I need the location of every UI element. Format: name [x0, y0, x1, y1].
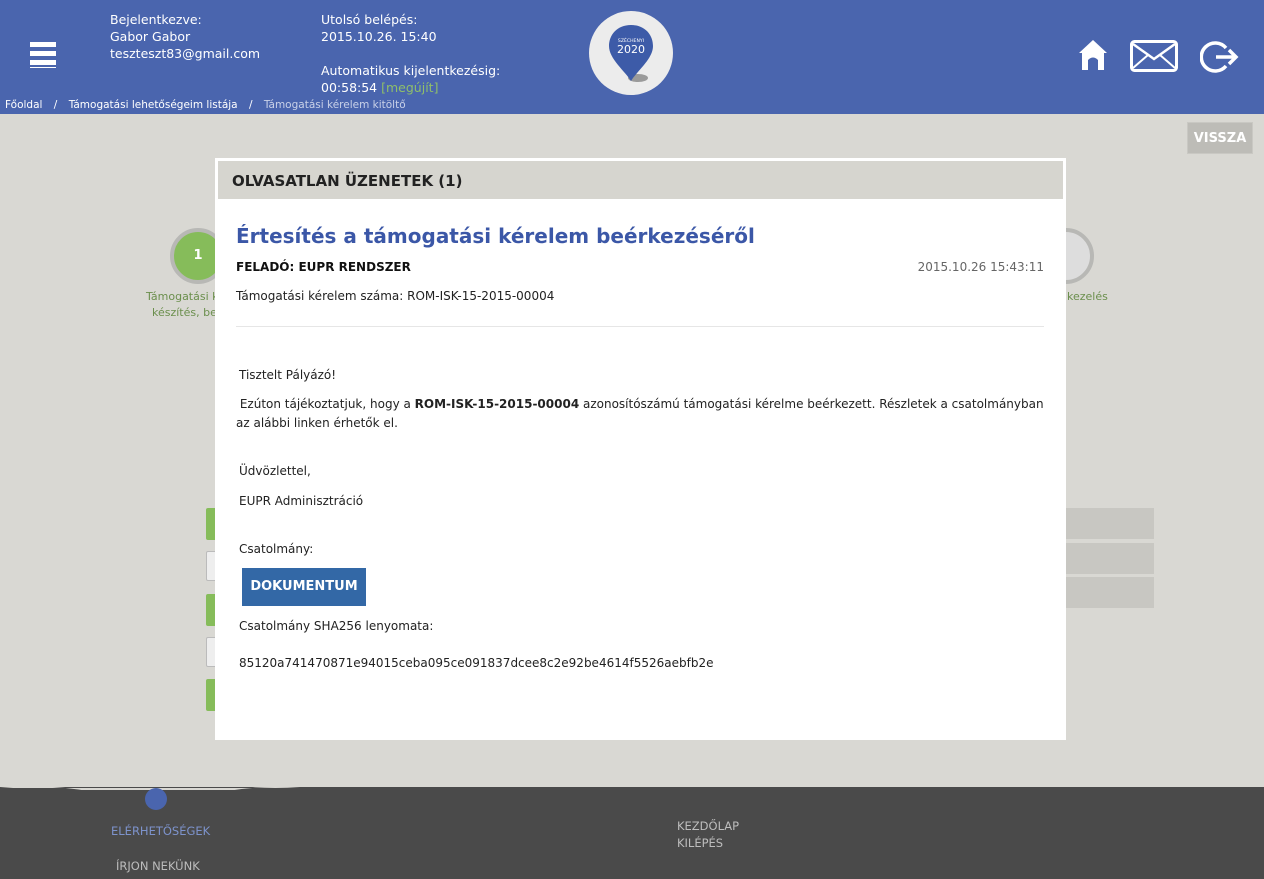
- unread-messages-modal: OLVASATLAN ÜZENETEK (1) Értesítés a támo…: [215, 158, 1066, 740]
- breadcrumb-opportunities[interactable]: Támogatási lehetőségeim listája: [69, 99, 238, 111]
- footer-contacts-link[interactable]: ELÉRHETŐSÉGEK: [111, 824, 210, 838]
- attachment-label: Csatolmány:: [239, 542, 314, 556]
- user-info: Bejelentkezve: Gabor Gabor teszteszt83@g…: [110, 11, 260, 62]
- menu-icon[interactable]: [30, 42, 56, 72]
- modal-header-title: OLVASATLAN ÜZENETEK (1): [232, 172, 463, 190]
- contacts-dot-icon: [145, 788, 167, 810]
- user-name: Gabor Gabor: [110, 29, 191, 44]
- szechenyi-2020-logo[interactable]: SZÉCHENYI 2020: [589, 11, 673, 95]
- logged-in-label: Bejelentkezve:: [110, 12, 202, 27]
- last-login-label: Utolsó belépés:: [321, 12, 418, 27]
- application-id: ROM-ISK-15-2015-00004: [414, 397, 580, 411]
- message-closing: Üdvözlettel,: [239, 464, 311, 478]
- logout-icon[interactable]: [1200, 40, 1240, 74]
- message-date: 2015.10.26 15:43:11: [917, 260, 1044, 274]
- divider: [236, 326, 1044, 327]
- step-3-label: kezelés: [1067, 290, 1108, 303]
- message-title: Értesítés a támogatási kérelem beérkezés…: [236, 224, 755, 248]
- message-greeting: Tisztelt Pályázó!: [239, 368, 337, 382]
- document-button[interactable]: DOKUMENTUM: [242, 568, 366, 606]
- back-button[interactable]: VISSZA: [1187, 122, 1253, 154]
- modal-header: OLVASATLAN ÜZENETEK (1): [218, 161, 1063, 199]
- home-icon[interactable]: [1077, 38, 1109, 72]
- breadcrumb: Főoldal / Támogatási lehetőségeim listáj…: [5, 99, 406, 111]
- breadcrumb-current: Támogatási kérelem kitöltő: [263, 99, 406, 111]
- last-login-value: 2015.10.26. 15:40: [321, 29, 437, 44]
- message-sender: FELADÓ: EUPR RENDSZER: [236, 260, 411, 274]
- session-info: Utolsó belépés: 2015.10.26. 15:40 Automa…: [321, 11, 500, 96]
- svg-text:2020: 2020: [617, 43, 645, 56]
- breadcrumb-separator: /: [53, 99, 58, 111]
- application-reference: Támogatási kérelem száma: ROM-ISK-15-201…: [236, 289, 555, 303]
- message-body: Ezúton tájékoztatjuk, hogy a ROM-ISK-15-…: [236, 397, 1044, 430]
- step-1-label: Támogatási k készítés, bek: [146, 290, 224, 319]
- user-email: teszteszt83@gmail.com: [110, 46, 261, 61]
- breadcrumb-home[interactable]: Főoldal: [5, 99, 42, 111]
- hash-value: 85120a741470871e94015ceba095ce091837dcee…: [239, 656, 714, 670]
- background-row: [1060, 576, 1154, 608]
- hash-label: Csatolmány SHA256 lenyomata:: [239, 619, 434, 633]
- background-row: [1060, 507, 1154, 539]
- mail-icon[interactable]: [1130, 40, 1178, 72]
- auto-logout-timer: 00:58:54: [321, 80, 378, 95]
- renew-session-link[interactable]: [megújít]: [381, 80, 438, 95]
- breadcrumb-separator: /: [248, 99, 253, 111]
- footer-logout-link[interactable]: KILÉPÉS: [677, 836, 723, 850]
- footer-write-us-link[interactable]: ÍRJON NEKÜNK: [116, 859, 200, 873]
- top-header: Bejelentkezve: Gabor Gabor teszteszt83@g…: [0, 0, 1264, 114]
- auto-logout-label: Automatikus kijelentkezésig:: [321, 63, 501, 78]
- footer-home-link[interactable]: KEZDŐLAP: [677, 819, 739, 833]
- background-row: [1060, 542, 1154, 574]
- message-signature: EUPR Adminisztráció: [239, 494, 364, 508]
